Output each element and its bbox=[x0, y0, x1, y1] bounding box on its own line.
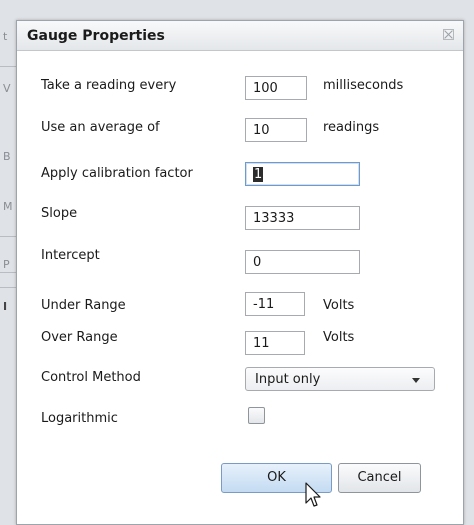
background-text: B bbox=[3, 150, 11, 163]
dialog-title: Gauge Properties bbox=[27, 28, 165, 44]
control-method-value: Input only bbox=[255, 372, 321, 387]
reading-interval-label: Take a reading every bbox=[41, 78, 177, 93]
calibration-value: 1 bbox=[253, 167, 264, 182]
over-range-input[interactable]: 11 bbox=[245, 331, 305, 355]
reading-interval-input[interactable]: 100 bbox=[245, 76, 307, 100]
over-range-label: Over Range bbox=[41, 330, 118, 345]
under-range-input[interactable]: -11 bbox=[245, 292, 305, 316]
background-text: I bbox=[3, 300, 8, 313]
over-range-unit: Volts bbox=[323, 330, 355, 345]
background-text: P bbox=[3, 258, 10, 271]
background-text: M bbox=[3, 200, 13, 213]
gauge-properties-dialog: Gauge Properties Take a reading every 10… bbox=[16, 20, 464, 525]
logarithmic-checkbox[interactable] bbox=[248, 407, 265, 424]
intercept-input[interactable]: 0 bbox=[245, 250, 360, 274]
calibration-input[interactable]: 1 bbox=[245, 162, 360, 186]
under-range-unit: Volts bbox=[323, 298, 355, 313]
intercept-label: Intercept bbox=[41, 248, 100, 263]
average-unit: readings bbox=[323, 120, 380, 135]
control-method-label: Control Method bbox=[41, 370, 141, 385]
calibration-label: Apply calibration factor bbox=[41, 166, 193, 181]
average-input[interactable]: 10 bbox=[245, 118, 307, 142]
dialog-titlebar[interactable]: Gauge Properties bbox=[17, 21, 463, 51]
average-label: Use an average of bbox=[41, 120, 160, 135]
chevron-down-icon bbox=[412, 378, 420, 383]
logarithmic-label: Logarithmic bbox=[41, 411, 118, 426]
slope-input[interactable]: 13333 bbox=[245, 206, 360, 230]
under-range-label: Under Range bbox=[41, 298, 126, 313]
mouse-pointer-icon bbox=[305, 482, 321, 507]
control-method-select[interactable]: Input only bbox=[245, 367, 435, 391]
slope-label: Slope bbox=[41, 206, 78, 221]
background-text: t bbox=[3, 30, 8, 43]
close-icon[interactable] bbox=[443, 29, 454, 40]
background-text: V bbox=[3, 82, 11, 95]
reading-interval-unit: milliseconds bbox=[323, 78, 404, 93]
cancel-button[interactable]: Cancel bbox=[338, 463, 421, 493]
